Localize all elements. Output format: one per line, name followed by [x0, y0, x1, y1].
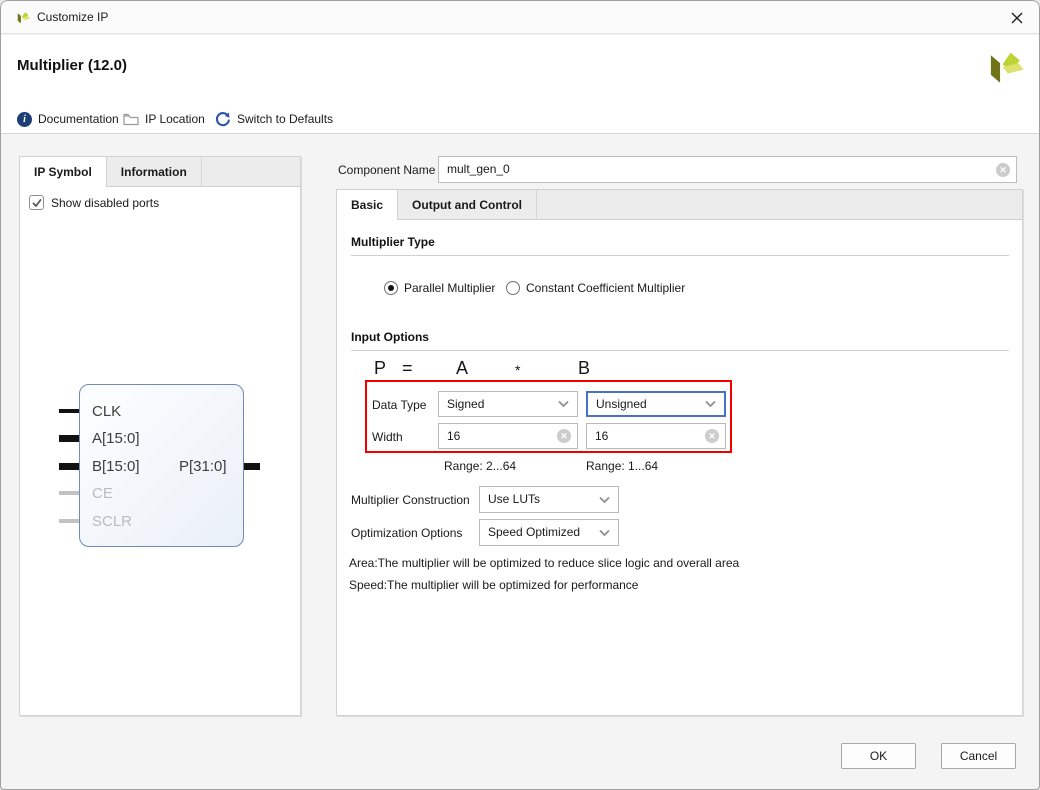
clear-icon[interactable]: ✕ — [996, 163, 1010, 177]
tab-output-and-control[interactable]: Output and Control — [398, 190, 537, 220]
width-label: Width — [372, 430, 403, 444]
title-bar[interactable]: Customize IP — [1, 1, 1039, 34]
folder-icon — [123, 112, 139, 126]
chevron-down-icon — [599, 529, 610, 536]
info-icon: i — [17, 112, 32, 127]
optimization-options-dropdown[interactable]: Speed Optimized — [479, 519, 619, 546]
data-type-label: Data Type — [372, 398, 426, 412]
port-p: P[31:0] — [179, 458, 227, 475]
component-name-label: Component Name — [338, 163, 435, 177]
show-disabled-ports-checkbox[interactable]: Show disabled ports — [29, 195, 159, 210]
speed-note: Speed:The multiplier will be optimized f… — [349, 578, 638, 592]
toolbar: i Documentation IP Location Switch to De… — [1, 105, 1039, 134]
data-type-b-dropdown[interactable]: Unsigned — [586, 391, 726, 417]
tab-information[interactable]: Information — [107, 157, 202, 187]
width-a-input[interactable]: 16 ✕ — [438, 423, 578, 449]
port-ce: CE — [92, 485, 113, 502]
data-type-a-dropdown[interactable]: Signed — [438, 391, 578, 417]
xilinx-brand-logo — [983, 46, 1025, 88]
xilinx-logo-icon — [14, 9, 31, 26]
port-sclr: SCLR — [92, 513, 132, 530]
expression-star: * — [515, 362, 520, 378]
p-port-stub — [244, 463, 260, 470]
dialog-header: Multiplier (12.0) i Documentation IP Loc… — [1, 35, 1039, 134]
component-name-input[interactable]: mult_gen_0 ✕ — [438, 156, 1017, 183]
ip-location-button[interactable]: IP Location — [123, 109, 205, 129]
tab-basic[interactable]: Basic — [337, 190, 398, 220]
chevron-down-icon — [558, 401, 569, 408]
chevron-down-icon — [599, 496, 610, 503]
documentation-button[interactable]: i Documentation — [17, 109, 119, 129]
clear-icon[interactable]: ✕ — [705, 429, 719, 443]
radio-constant-coefficient-multiplier[interactable]: Constant Coefficient Multiplier — [506, 281, 685, 295]
ok-button[interactable]: OK — [841, 743, 916, 769]
port-b: B[15:0] — [92, 458, 140, 475]
width-b-input[interactable]: 16 ✕ — [586, 423, 726, 449]
tab-ip-symbol[interactable]: IP Symbol — [20, 157, 107, 187]
close-icon[interactable] — [1007, 8, 1027, 28]
clear-icon[interactable]: ✕ — [557, 429, 571, 443]
expression-b: B — [578, 358, 590, 379]
expression-equals: = — [402, 358, 413, 379]
clk-port-stub — [59, 409, 79, 413]
customize-ip-dialog: Customize IP Multiplier (12.0) i Documen… — [0, 0, 1040, 790]
switch-to-defaults-button[interactable]: Switch to Defaults — [215, 109, 333, 129]
port-a: A[15:0] — [92, 430, 140, 447]
page-title: Multiplier (12.0) — [17, 57, 127, 74]
ce-port-stub — [59, 491, 79, 495]
window-title: Customize IP — [37, 10, 108, 24]
refresh-icon — [215, 111, 231, 127]
cancel-button[interactable]: Cancel — [941, 743, 1016, 769]
radio-selected-icon[interactable] — [384, 281, 398, 295]
optimization-options-label: Optimization Options — [351, 526, 462, 540]
range-b-label: Range: 1...64 — [586, 459, 658, 473]
port-clk: CLK — [92, 403, 121, 420]
multiplier-construction-label: Multiplier Construction — [351, 493, 470, 507]
range-a-label: Range: 2...64 — [444, 459, 516, 473]
area-note: Area:The multiplier will be optimized to… — [349, 556, 739, 570]
left-tabstrip: IP Symbol Information — [20, 157, 300, 187]
input-options-heading: Input Options — [351, 330, 1009, 351]
multiplier-type-heading: Multiplier Type — [351, 235, 1009, 256]
expression-a: A — [456, 358, 468, 379]
a-port-stub — [59, 435, 79, 442]
configuration-panel: Basic Output and Control — [336, 189, 1023, 716]
radio-unselected-icon[interactable] — [506, 281, 520, 295]
radio-parallel-multiplier[interactable]: Parallel Multiplier — [384, 281, 495, 295]
sclr-port-stub — [59, 519, 79, 523]
main-tabstrip: Basic Output and Control — [337, 190, 1022, 220]
b-port-stub — [59, 463, 79, 470]
checkbox-checked-icon[interactable] — [29, 195, 44, 210]
show-disabled-ports-label: Show disabled ports — [51, 196, 159, 210]
expression-p: P — [374, 358, 386, 379]
multiplier-construction-dropdown[interactable]: Use LUTs — [479, 486, 619, 513]
chevron-down-icon — [705, 401, 716, 408]
